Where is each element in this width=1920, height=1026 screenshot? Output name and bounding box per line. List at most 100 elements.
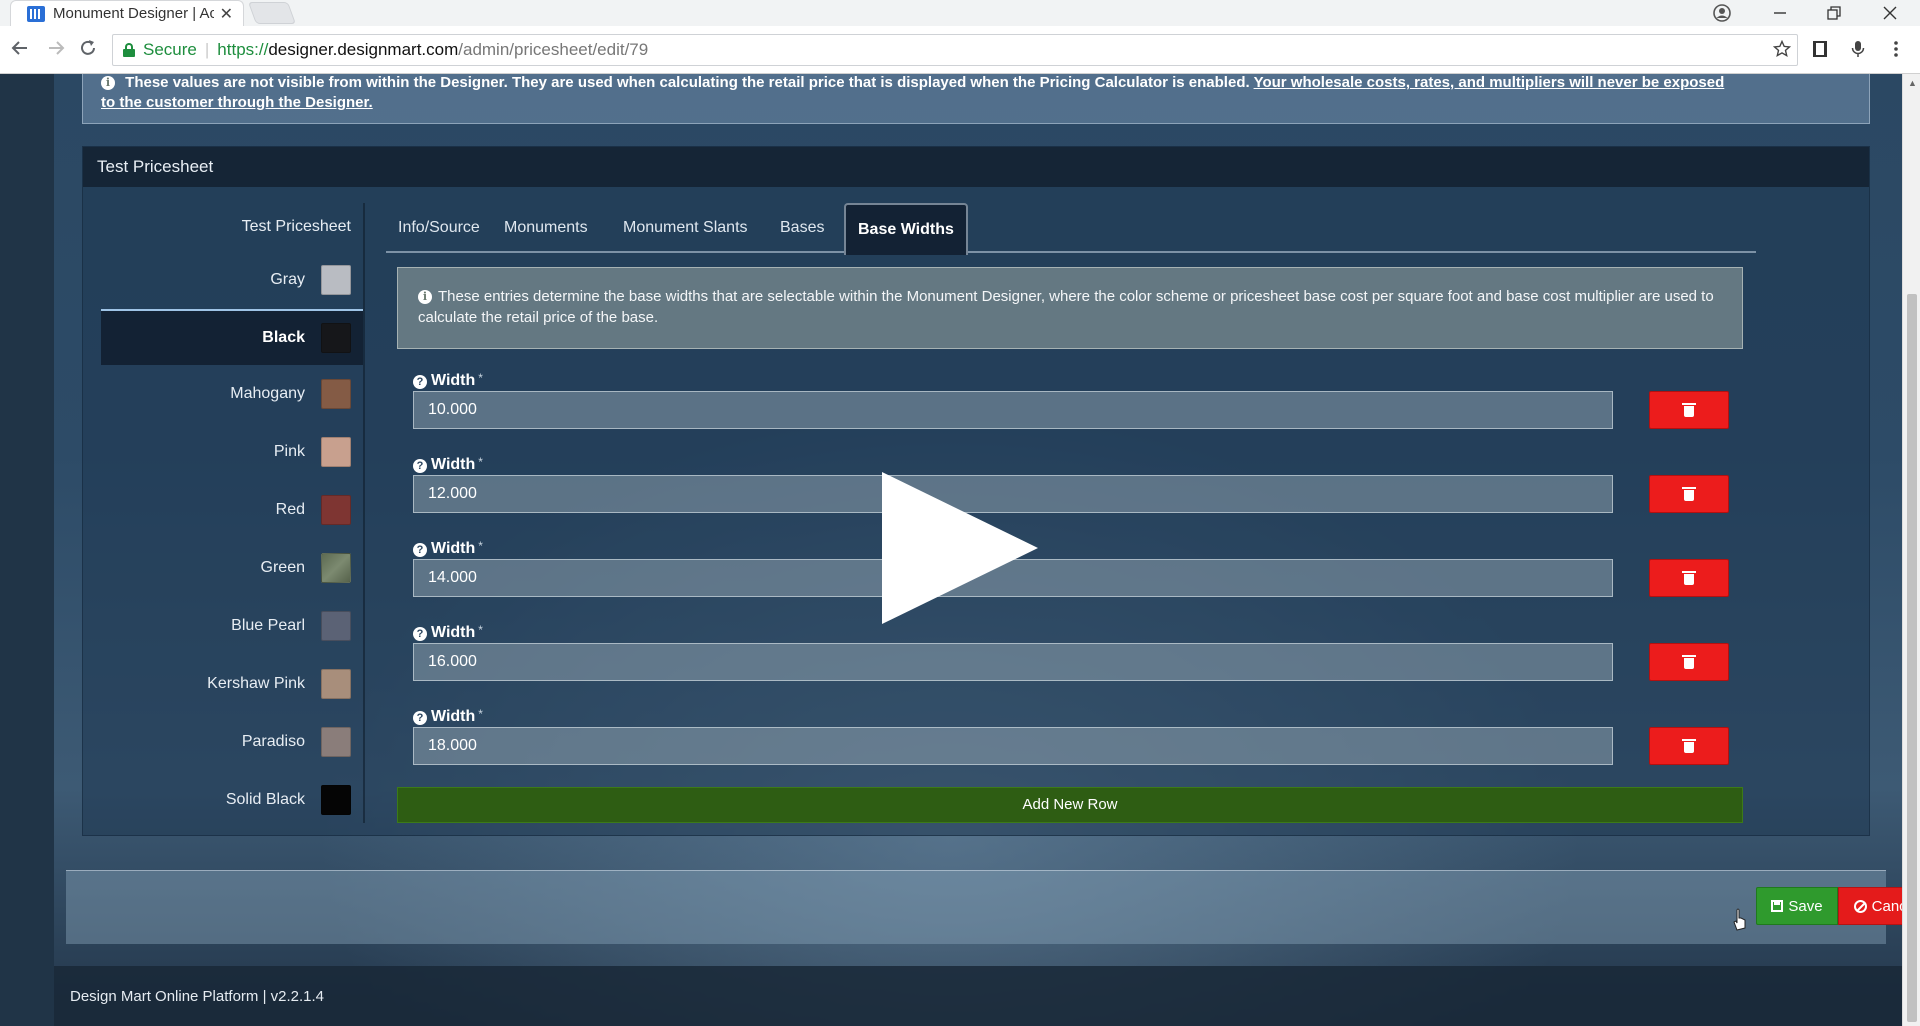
tab-base-widths[interactable]: Base Widths (844, 203, 968, 255)
color-swatch (321, 785, 351, 815)
browser-tab[interactable]: Monument Designer | Ac ✕ (10, 0, 244, 26)
tab-bases[interactable]: Bases (768, 203, 836, 253)
film-icon[interactable] (1810, 40, 1830, 60)
width-label: ? Width * (413, 707, 483, 726)
color-item-red[interactable]: Red (101, 481, 363, 539)
color-item-kershaw-pink[interactable]: Kershaw Pink (101, 655, 363, 713)
color-label: Green (260, 559, 305, 576)
color-swatch (321, 611, 351, 641)
delete-row-button[interactable] (1649, 727, 1729, 765)
width-input[interactable]: 10.000 (413, 391, 1613, 429)
color-item-mahogany[interactable]: Mahogany (101, 365, 363, 423)
width-input[interactable]: 18.000 (413, 727, 1613, 765)
trash-icon (1682, 739, 1696, 753)
floppy-icon (1771, 900, 1784, 912)
trash-icon (1682, 487, 1696, 501)
help-icon[interactable]: ? (413, 627, 427, 641)
address-bar[interactable]: Secure | https:// designer.designmart.co… (112, 34, 1798, 66)
help-icon[interactable]: ? (413, 543, 427, 557)
tab-monument-slants[interactable]: Monument Slants (611, 203, 760, 253)
color-swatch (321, 437, 351, 467)
tab-close-icon[interactable]: ✕ (220, 4, 233, 24)
width-row: ? Width * 18.000 (413, 707, 1731, 791)
site-footer: Design Mart Online Platform | v2.2.1.4 (54, 966, 1902, 1026)
color-item-solid-black[interactable]: Solid Black (101, 771, 363, 829)
save-button[interactable]: Save (1756, 887, 1838, 925)
scroll-up-icon[interactable]: ▲ (1908, 78, 1917, 88)
color-swatch (321, 727, 351, 757)
color-label: Paradiso (241, 733, 305, 750)
panel-title: Test Pricesheet (83, 147, 1869, 187)
close-icon[interactable] (1866, 0, 1914, 26)
width-label: ? Width * (413, 623, 483, 642)
color-swatch (321, 495, 351, 525)
delete-row-button[interactable] (1649, 475, 1729, 513)
width-label: ? Width * (413, 539, 483, 558)
width-row: ? Width * 12.000 (413, 455, 1731, 539)
color-scheme-list: Test Pricesheet Gray Black Mahogany Pink… (101, 203, 363, 829)
info-text: These entries determine the base widths … (418, 288, 1714, 326)
info-icon: i (101, 76, 115, 90)
help-icon[interactable]: ? (413, 711, 427, 725)
form-actions-bar: Save Cancel (66, 870, 1902, 944)
delete-row-button[interactable] (1649, 643, 1729, 681)
restore-icon[interactable] (1810, 0, 1858, 26)
cancel-button[interactable]: Cancel (1838, 887, 1902, 925)
color-swatch (321, 669, 351, 699)
notice-link-text-2: to the customer through the Designer. (101, 94, 373, 111)
url-host: designer.designmart.com (268, 40, 459, 59)
account-icon[interactable] (1698, 0, 1746, 26)
tab-info-source[interactable]: Info/Source (386, 203, 492, 253)
back-icon[interactable] (8, 38, 32, 62)
color-item-paradiso[interactable]: Paradiso (101, 713, 363, 771)
color-swatch (321, 323, 351, 353)
color-item-gray[interactable]: Gray (101, 251, 363, 309)
help-icon[interactable]: ? (413, 375, 427, 389)
favicon-icon (27, 5, 45, 22)
scroll-thumb[interactable] (1907, 294, 1917, 1022)
new-tab-button[interactable] (247, 2, 297, 24)
play-icon[interactable] (882, 472, 1038, 624)
mic-icon[interactable] (1848, 40, 1868, 60)
color-item-black[interactable]: Black (101, 309, 363, 365)
color-swatch (321, 553, 351, 583)
delete-row-button[interactable] (1649, 559, 1729, 597)
width-input[interactable]: 16.000 (413, 643, 1613, 681)
divider: | (204, 40, 210, 59)
color-item-blue-pearl[interactable]: Blue Pearl (101, 597, 363, 655)
forward-icon[interactable] (44, 38, 68, 62)
tab-monuments[interactable]: Monuments (492, 203, 600, 253)
divider (363, 203, 365, 823)
star-icon[interactable] (1772, 39, 1792, 60)
add-new-row-button[interactable]: Add New Row (397, 787, 1743, 823)
width-label: ? Width * (413, 371, 483, 390)
base-widths-info: i These entries determine the base widths… (397, 267, 1743, 349)
page-content: i These values are not visible from with… (0, 74, 1902, 1026)
width-label: ? Width * (413, 455, 483, 474)
browser-toolbar: Secure | https:// designer.designmart.co… (0, 26, 1920, 74)
notice-alert: i These values are not visible from with… (82, 74, 1870, 124)
info-icon: i (418, 290, 432, 304)
delete-row-button[interactable] (1649, 391, 1729, 429)
color-swatch (321, 379, 351, 409)
pricesheet-tabs: Info/Source Monuments Monument Slants Ba… (386, 203, 1756, 255)
color-label: Blue Pearl (231, 617, 305, 634)
left-rail (0, 74, 54, 1026)
minimize-icon[interactable] (1756, 0, 1804, 26)
page-scrollbar[interactable]: ▲ (1902, 74, 1920, 1026)
color-list-header[interactable]: Test Pricesheet (101, 203, 363, 251)
trash-icon (1682, 403, 1696, 417)
notice-text: These values are not visible from within… (125, 74, 1250, 91)
reload-icon[interactable] (76, 38, 100, 62)
help-icon[interactable]: ? (413, 459, 427, 473)
notice-link-text: Your wholesale costs, rates, and multipl… (1253, 74, 1725, 91)
color-label: Mahogany (230, 385, 305, 402)
cancel-label: Cancel (1871, 897, 1902, 915)
menu-icon[interactable] (1886, 40, 1906, 60)
color-item-pink[interactable]: Pink (101, 423, 363, 481)
color-label: Solid Black (225, 791, 305, 808)
color-item-green[interactable]: Green (101, 539, 363, 597)
color-label: Gray (270, 271, 305, 288)
browser-tab-bar: Monument Designer | Ac ✕ (0, 0, 1920, 26)
footer-text: Design Mart Online Platform | v2.2.1.4 (70, 988, 325, 1005)
